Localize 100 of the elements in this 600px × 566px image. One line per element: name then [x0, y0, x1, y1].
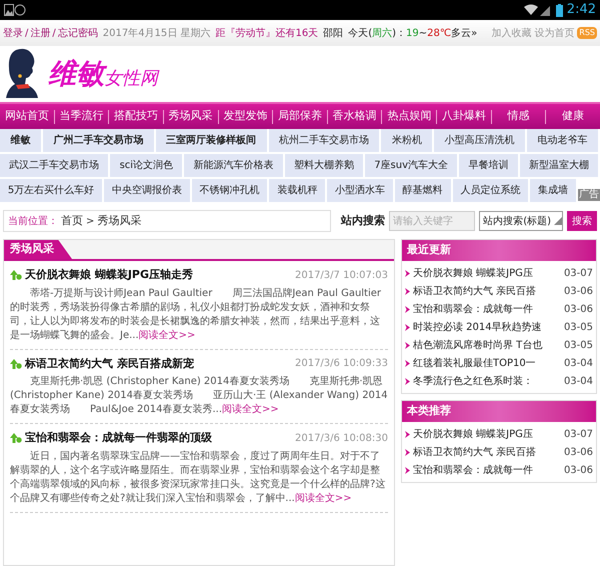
search-label: 站内搜索	[341, 212, 386, 229]
sidebar-article-link[interactable]: 宝怡和翡翠会：成就每一件	[413, 462, 533, 478]
ad-link[interactable]: 维敏	[0, 129, 43, 154]
woman-silhouette-drawing	[6, 48, 40, 98]
ad-link[interactable]: 装载机秤	[269, 179, 328, 204]
sidebar-article-link[interactable]: 天价脱衣舞娘 蝴蝶装JPG压	[413, 266, 533, 280]
up-arrow-icon	[10, 269, 22, 282]
weather-text: ~	[418, 26, 428, 40]
ad-link[interactable]: 小型洒水车	[327, 179, 395, 204]
weather-text: 周六	[372, 26, 392, 40]
sidebar-article-link[interactable]: 宝怡和翡翠会：成就每一件	[413, 302, 533, 316]
ad-link[interactable]: 三室两厅装修样板间	[156, 129, 269, 154]
sidebar-article-link[interactable]: 天价脱衣舞娘 蝴蝶装JPG压	[413, 426, 533, 442]
read-more-link[interactable]: 阅读全文>>	[294, 492, 352, 504]
chevron-icon	[405, 360, 410, 366]
sidebar-article-date: 03-04	[564, 374, 593, 388]
weather-text: 今天(	[348, 26, 372, 40]
nav-tab[interactable]: 八卦爆料	[437, 108, 491, 125]
sidebar-title: 本类推荐	[402, 401, 596, 422]
nav-tab[interactable]: 香水格调	[328, 108, 382, 125]
clock-time: 2:42	[566, 1, 596, 20]
chevron-icon	[405, 288, 410, 294]
ad-link[interactable]: 新能源汽车价格表	[184, 154, 285, 179]
weather-text: 19	[406, 26, 419, 40]
article-date: 2017/3/6 10:09:33	[294, 357, 388, 372]
search-field[interactable]: 请输入关键字	[389, 211, 476, 231]
chevron-icon	[405, 324, 410, 330]
article-date: 2017/3/7 10:07:03	[294, 268, 388, 283]
nav-tab[interactable]: 局部保养	[273, 108, 327, 125]
sidebar-article-date: 03-05	[564, 320, 593, 334]
chevron-icon	[405, 466, 410, 474]
read-more-link[interactable]: 阅读全文>>	[138, 330, 196, 340]
ad-link[interactable]: 塑料大棚养鹅	[284, 154, 365, 179]
read-more-link[interactable]: 阅读全文>>	[222, 404, 279, 415]
article-summary: 近日，国内著名翡翠珠宝品牌——宝怡和翡翠会，度过了两周年生日。对于不了解翡翠的人，这个名字或许略显陌生。而在翡翠业界，宝怡和翡翠会这个名字却是整个高端翡翠领域的风向标，被很多资深玩家常挂口头。这究竟是一个什么样的品牌?这个品牌又有哪些传奇之处?就让我们深入宝怡和翡翠会，了解中...阅读全文>>	[10, 450, 386, 506]
nav-tab[interactable]: 秀场风采	[164, 108, 218, 125]
ad-link[interactable]: 中央空调报价表	[104, 179, 192, 204]
breadcrumb-label: 当前位置：	[8, 214, 58, 228]
ad-link[interactable]: 醇基燃料	[394, 179, 453, 204]
article-title[interactable]: 标语卫衣简约大气 亲民百搭成新宠	[25, 356, 194, 372]
sidebar-article-link[interactable]: 红毯着装礼服最佳TOP10一	[413, 356, 536, 370]
nav-tab[interactable]: 发型发饰	[218, 108, 272, 125]
sidebar-article-date: 03-06	[564, 284, 593, 298]
search-button[interactable]: 搜索	[567, 211, 597, 231]
current-date: 2017年4月15日 星期六	[102, 26, 210, 40]
breadcrumb-link[interactable]: 首页	[61, 212, 83, 230]
ad-link[interactable]: 人员定位系统	[452, 179, 530, 204]
ad-link[interactable]: 集成墙	[530, 179, 578, 204]
chevron-icon	[405, 378, 410, 384]
ad-link[interactable]: 广州二手车交易市场	[42, 129, 156, 154]
sidebar-article-link[interactable]: 桔色潮流风席卷时尚界 T台也	[413, 338, 542, 352]
link-separator: /	[25, 26, 28, 40]
search-scope-select[interactable]: 站内搜索(标题)	[479, 211, 563, 231]
article-title[interactable]: 天价脱衣舞娘 蝴蝶装JPG压轴走秀	[25, 267, 194, 284]
nav-tab[interactable]: 健康	[546, 108, 600, 125]
sidebar-article-date: 03-07	[564, 428, 593, 442]
weather-text: )：	[392, 26, 406, 40]
sidebar-article-link[interactable]: 标语卫衣简约大气 亲民百搭	[413, 444, 536, 460]
weather-text: 多云	[451, 26, 472, 40]
weather-text: 28℃	[427, 26, 452, 40]
ad-link[interactable]: 米粉机	[381, 129, 434, 154]
nav-tab[interactable]: 当季流行	[54, 108, 108, 125]
sidebar-article-date: 03-07	[564, 266, 593, 280]
ad-link[interactable]: 武汉二手车交易市场	[0, 154, 110, 179]
sidebar-article-link[interactable]: 冬季流行色之红色系时装：	[413, 374, 533, 388]
chevron-icon	[405, 430, 410, 438]
link-separator: /	[52, 26, 56, 40]
chevron-icon	[405, 448, 410, 456]
ad-link[interactable]: 小型高压清洗机	[434, 129, 528, 154]
nav-tab[interactable]: 网站首页	[0, 108, 54, 125]
battery-icon	[556, 4, 563, 16]
sidebar-article-date: 03-05	[564, 338, 593, 352]
article-date: 2017/3/6 10:08:30	[294, 432, 388, 446]
account-link[interactable]: 忘记密码	[58, 26, 98, 40]
ad-link[interactable]: 早餐培训	[459, 154, 520, 179]
nav-tab[interactable]: 热点娱闻	[382, 108, 436, 125]
ad-link[interactable]: 5万左右买什么车好	[0, 179, 104, 204]
ad-link[interactable]: 电动老爷车	[527, 129, 600, 154]
article-title[interactable]: 宝怡和翡翠会：成就每一件翡翠的顶级	[25, 430, 212, 446]
account-link[interactable]: 登录	[3, 26, 23, 40]
sidebar-article-link[interactable]: 时装控必读 2014早秋趋势速	[413, 320, 542, 334]
up-arrow-icon	[10, 358, 22, 370]
breadcrumb-separator: >	[86, 214, 94, 228]
ad-link[interactable]: 新型温室大棚	[520, 154, 600, 179]
dropdown-triangle-icon	[554, 217, 562, 225]
ad-link[interactable]: 不锈钢冲孔机	[192, 179, 270, 204]
sidebar-article-date: 03-06	[564, 446, 593, 460]
ad-link[interactable]: 7座suv汽车大全	[365, 154, 460, 179]
nav-tab[interactable]: 搭配技巧	[109, 108, 163, 125]
sidebar-article-date: 03-04	[564, 356, 593, 370]
account-link[interactable]: 注册	[30, 26, 50, 40]
weather-text: »	[471, 26, 478, 40]
ad-link[interactable]: 杭州二手车交易市场	[268, 129, 382, 154]
sidebar-article-link[interactable]: 标语卫衣简约大气 亲民百搭	[413, 284, 536, 298]
ad-link[interactable]: sci论文润色	[110, 154, 184, 179]
article-summary: 蒂塔-万提斯与设计师Jean Paul Gaultier 周三法国品牌Jean Paul Gaultier的时装秀，秀场装扮得像古希腊的剧场，礼仪小姐都打扮成蛇发女妖，酒神和女祭司，让人以为即将发布的时装会是长裙飘逸的希腊女神装，然而，结果出乎意料，这是一场蝴蝶飞舞的盛会。Je...阅读全文>>	[10, 286, 382, 342]
chevron-icon	[405, 342, 410, 348]
nav-tab[interactable]: 情感	[492, 108, 546, 125]
breadcrumb-link[interactable]: 秀场风采	[97, 212, 142, 230]
article-summary: 克里斯托弗·凯恩 (Christopher Kane) 2014春夏女装秀场 克里斯托弗·凯恩 (Christopher Kane) 2014春夏女装秀场 亚历山大·王 (Alexander Wang) 2014春夏女装秀场 Paul&Joe 2014春夏女装秀...阅读全文>>	[10, 375, 388, 417]
